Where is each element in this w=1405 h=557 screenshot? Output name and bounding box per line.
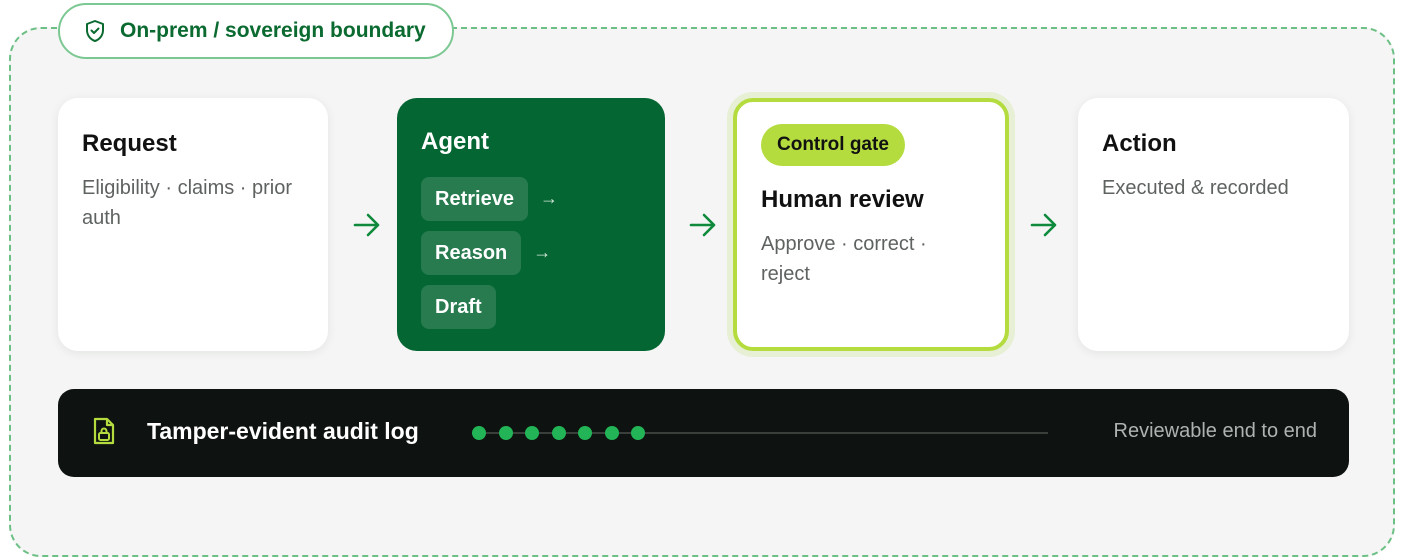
agent-step-retrieve: Retrieve	[421, 176, 528, 221]
audit-entry-dot	[525, 426, 539, 440]
agent-title: Agent	[421, 128, 489, 155]
audit-status-text: Reviewable end to end	[1113, 420, 1317, 442]
human-review-card: Control gate Human review Approve · corr…	[733, 98, 1009, 351]
request-description: Eligibility · claims · prior auth	[82, 176, 293, 229]
action-card: Action Executed & recorded	[1078, 98, 1349, 351]
agent-step-row: Retrieve →	[421, 176, 641, 221]
boundary-label: On-prem / sovereign boundary	[120, 19, 426, 42]
agent-card: Agent Retrieve → Reason → Draft	[397, 98, 665, 351]
arrow-right-icon	[1030, 213, 1057, 237]
agent-step-list: Retrieve → Reason → Draft	[421, 176, 641, 329]
agent-step-row: Draft	[421, 284, 641, 329]
request-title: Request	[82, 130, 177, 157]
audit-entry-dot	[631, 426, 645, 440]
audit-entry-dot	[472, 426, 486, 440]
audit-entry-dot	[578, 426, 592, 440]
file-lock-icon	[93, 417, 115, 445]
step-arrow-icon: →	[539, 188, 558, 209]
step-arrow-icon: →	[533, 242, 552, 263]
control-gate-badge: Control gate	[761, 124, 905, 166]
arrow-right-icon	[689, 213, 716, 237]
agent-step-reason: Reason	[421, 230, 522, 275]
review-title: Human review	[761, 186, 924, 213]
audit-entry-dot	[604, 426, 619, 440]
shield-check-icon	[86, 20, 104, 42]
action-description: Executed & recorded	[1102, 176, 1289, 199]
arrow-right-icon	[353, 213, 380, 237]
action-title: Action	[1102, 130, 1177, 157]
audit-log-bar: Tamper-evident audit log Reviewable end …	[58, 389, 1349, 477]
audit-entry-dot	[551, 426, 566, 440]
agent-step-row: Reason →	[421, 230, 641, 275]
request-card: Request Eligibility · claims · prior aut…	[58, 98, 328, 351]
agent-step-draft: Draft	[421, 284, 496, 329]
audit-entry-dot	[498, 426, 513, 440]
audit-log-label: Tamper-evident audit log	[147, 418, 419, 444]
boundary-label-pill: On-prem / sovereign boundary	[58, 3, 454, 59]
review-description: Approve · correct · reject	[761, 232, 927, 285]
